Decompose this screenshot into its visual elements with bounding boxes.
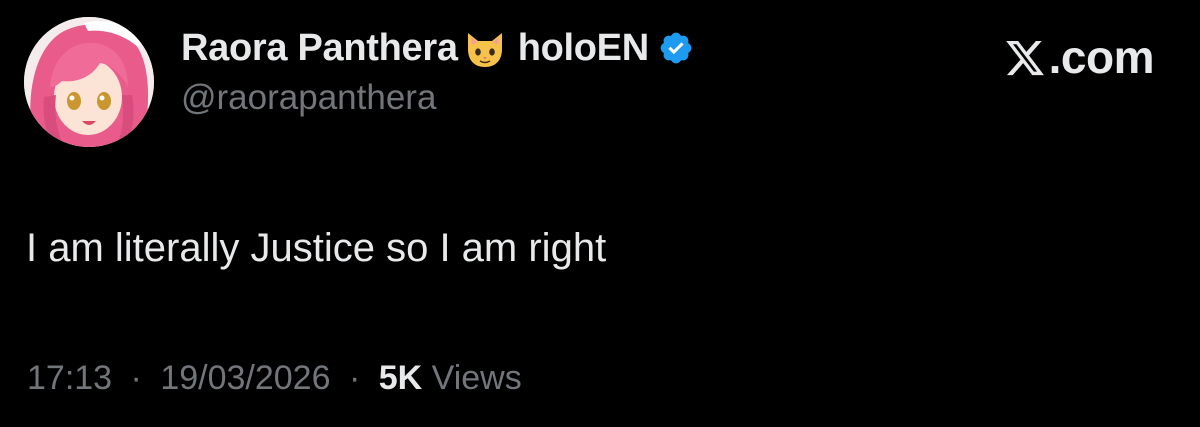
affiliation-label[interactable]: holoEN [518,27,649,70]
tweet-meta: 17:13 · 19/03/2026 · 5K Views [27,355,522,401]
x-logo-icon [1003,36,1047,78]
avatar-image [24,17,154,147]
brand-watermark: .com [1003,30,1155,84]
tweet-date[interactable]: 19/03/2026 [160,359,330,397]
tweet-text: I am literally Justice so I am right [26,226,607,270]
meta-separator: · [348,359,361,397]
verified-badge-icon[interactable] [658,30,694,66]
display-name[interactable]: Raora Panthera [181,27,458,70]
meta-separator: · [130,359,142,397]
cat-face-emoji-icon [462,25,508,71]
avatar[interactable] [24,17,154,147]
brand-text: .com [1048,31,1155,83]
views-label: Views [431,359,522,397]
views-count[interactable]: 5K [379,359,422,397]
tweet-time[interactable]: 17:13 [27,359,112,397]
tweet-card: Raora Panthera holoEN @raorapanthera .co… [0,0,1200,427]
